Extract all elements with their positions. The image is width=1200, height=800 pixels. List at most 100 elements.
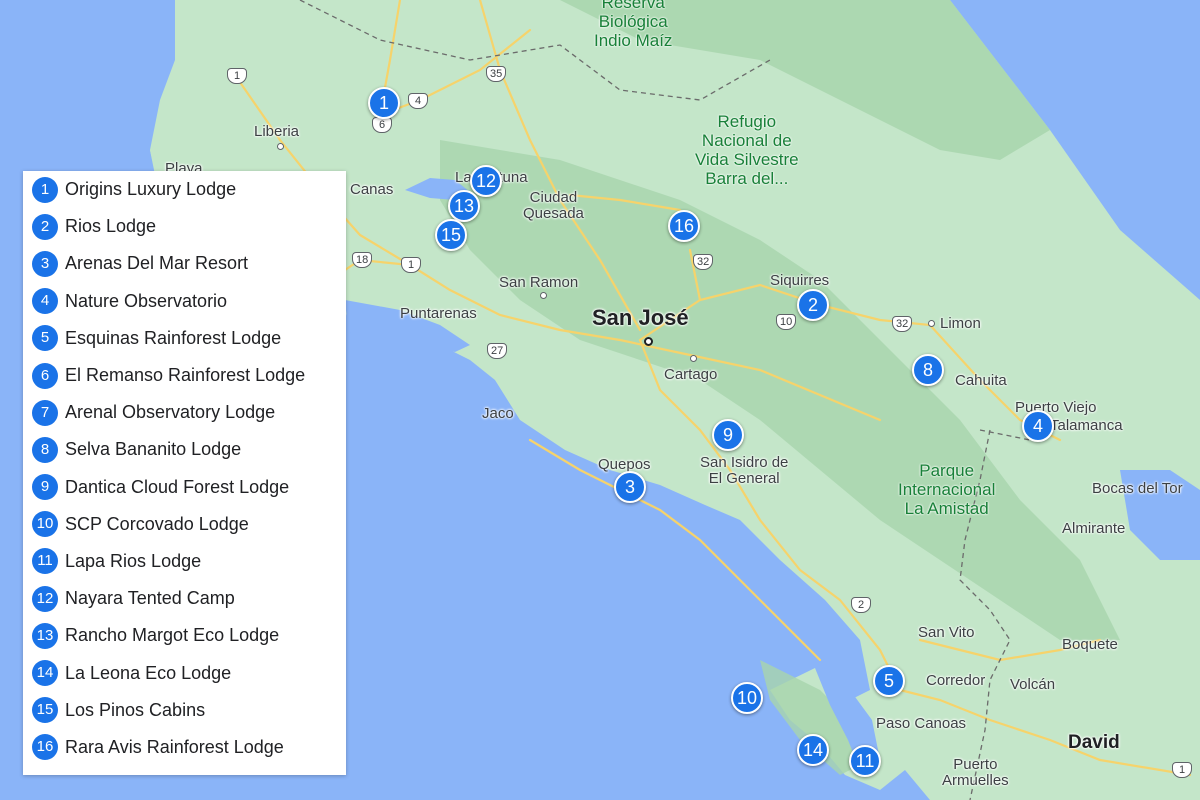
legend-number-badge: 6 (32, 362, 58, 389)
map-pin-11[interactable]: 11 (849, 745, 881, 777)
place-label-almirante: Almirante (1062, 520, 1126, 537)
legend-item[interactable]: 3 Arenas Del Mar Resort (23, 245, 346, 282)
legend-item-label: Rancho Margot Eco Lodge (65, 625, 280, 646)
legend-item[interactable]: 10 SCP Corcovado Lodge (23, 506, 346, 543)
map-pin-1[interactable]: 1 (368, 87, 400, 119)
legend-item[interactable]: 2 Rios Lodge (23, 208, 346, 245)
map-view[interactable]: Reserva Biológica Indio Maíz Refugio Nac… (0, 0, 1200, 800)
legend-item-label: Los Pinos Cabins (65, 699, 206, 720)
legend-item[interactable]: 12 Nayara Tented Camp (23, 580, 346, 617)
map-pin-13[interactable]: 13 (448, 190, 480, 222)
map-pin-15[interactable]: 15 (435, 219, 467, 251)
place-label-san-jose: San José (592, 305, 689, 330)
legend-item-label: Dantica Cloud Forest Lodge (65, 476, 290, 497)
map-pin-9[interactable]: 9 (712, 419, 744, 451)
legend-item[interactable]: 8 Selva Bananito Lodge (23, 431, 346, 468)
legend-number-badge: 3 (32, 250, 58, 277)
legend-item-label: Nature Observatorio (65, 290, 228, 311)
legend-number-badge: 11 (32, 548, 58, 575)
city-dot-cartago (690, 355, 697, 362)
map-pin-12[interactable]: 12 (470, 165, 502, 197)
legend-item-label: Lapa Rios Lodge (65, 550, 202, 571)
map-pin-16[interactable]: 16 (668, 210, 700, 242)
place-label-canas: Canas (350, 181, 394, 198)
place-label-volcan: Volcán (1010, 676, 1056, 693)
legend-number-badge: 15 (32, 697, 58, 724)
park-label-la-amistad: Parque Internacional La Amistad (898, 461, 996, 518)
legend-number-badge: 13 (32, 622, 58, 649)
place-label-ciudad-quesada: Ciudad Quesada (523, 189, 584, 222)
place-label-talamanca: Talamanca (1050, 417, 1123, 434)
legend-number-badge: 16 (32, 734, 58, 761)
legend-item-label: Origins Luxury Lodge (65, 179, 237, 200)
legend-item-label: Selva Bananito Lodge (65, 439, 242, 460)
place-label-puntarenas: Puntarenas (400, 305, 477, 322)
capital-dot-san-jose (644, 337, 653, 346)
place-label-san-ramon: San Ramon (499, 274, 579, 291)
legend-number-badge: 12 (32, 585, 58, 612)
legend-item-label: Esquinas Rainforest Lodge (65, 327, 282, 348)
park-label-indio-maiz: Reserva Biológica Indio Maíz (594, 0, 673, 50)
legend-item[interactable]: 1 Origins Luxury Lodge (23, 171, 346, 208)
place-label-paso-canoas: Paso Canoas (876, 715, 967, 732)
legend-number-badge: 9 (32, 474, 58, 501)
map-pin-10[interactable]: 10 (731, 682, 763, 714)
place-label-siquirres: Siquirres (770, 272, 830, 289)
legend-number-badge: 4 (32, 288, 58, 315)
legend-item-label: Nayara Tented Camp (65, 588, 235, 609)
legend-item[interactable]: 16 Rara Avis Rainforest Lodge (23, 729, 346, 766)
road-shield-1c: 1 (1172, 762, 1192, 778)
legend-item-label: SCP Corcovado Lodge (65, 513, 249, 534)
road-shield-6: 6 (372, 117, 392, 133)
legend-item[interactable]: 13 Rancho Margot Eco Lodge (23, 617, 346, 654)
legend-item-label: Arenas Del Mar Resort (65, 253, 249, 274)
legend-item[interactable]: 14 La Leona Eco Lodge (23, 654, 346, 691)
park-label-barra-del: Refugio Nacional de Vida Silvestre Barra… (695, 112, 799, 188)
legend-item[interactable]: 9 Dantica Cloud Forest Lodge (23, 469, 346, 506)
legend-number-badge: 10 (32, 511, 58, 538)
city-dot-san-ramon (540, 292, 547, 299)
map-pin-5[interactable]: 5 (873, 665, 905, 697)
road-shield-1: 1 (227, 68, 247, 84)
city-dot-liberia (277, 143, 284, 150)
place-label-boquete: Boquete (1062, 636, 1118, 653)
legend-item[interactable]: 15 Los Pinos Cabins (23, 692, 346, 729)
place-label-corredor: Corredor (926, 672, 986, 689)
place-label-jaco: Jaco (482, 405, 514, 422)
legend-panel: 1 Origins Luxury Lodge 2 Rios Lodge 3 Arena… (23, 171, 346, 775)
legend-number-badge: 2 (32, 213, 58, 240)
place-label-san-isidro: San Isidro de El General (700, 454, 789, 487)
place-label-san-vito: San Vito (918, 624, 975, 641)
place-label-bocas: Bocas del Tor (1092, 480, 1183, 497)
legend-number-badge: 1 (32, 176, 58, 203)
map-pin-8[interactable]: 8 (912, 354, 944, 386)
legend-number-badge: 14 (32, 660, 58, 687)
road-shield-2: 2 (851, 597, 871, 613)
legend-item-label: Rara Avis Rainforest Lodge (65, 736, 284, 757)
legend-item[interactable]: 7 Arenal Observatory Lodge (23, 394, 346, 431)
place-label-puerto-armuelles: Puerto Armuelles (942, 756, 1009, 789)
legend-item-label: Rios Lodge (65, 216, 157, 237)
legend-number-badge: 5 (32, 325, 58, 352)
legend-item-label: La Leona Eco Lodge (65, 662, 232, 683)
map-pin-2[interactable]: 2 (797, 289, 829, 321)
place-label-cahuita: Cahuita (955, 372, 1007, 389)
road-shield-1b: 1 (401, 257, 421, 273)
legend-item[interactable]: 5 Esquinas Rainforest Lodge (23, 320, 346, 357)
road-shield-4: 4 (408, 93, 428, 109)
city-dot-limon (928, 320, 935, 327)
legend-item-label: Arenal Observatory Lodge (65, 402, 276, 423)
legend-item-label: El Remanso Rainforest Lodge (65, 365, 306, 386)
place-label-limon: Limon (940, 315, 981, 332)
place-label-quepos: Quepos (598, 456, 651, 473)
legend-number-badge: 8 (32, 436, 58, 463)
map-pin-3[interactable]: 3 (614, 471, 646, 503)
legend-item[interactable]: 4 Nature Observatorio (23, 283, 346, 320)
legend-number-badge: 7 (32, 399, 58, 426)
map-pin-14[interactable]: 14 (797, 734, 829, 766)
map-pin-4[interactable]: 4 (1022, 410, 1054, 442)
legend-item[interactable]: 6 El Remanso Rainforest Lodge (23, 357, 346, 394)
place-label-liberia: Liberia (254, 123, 300, 140)
legend-item[interactable]: 11 Lapa Rios Lodge (23, 543, 346, 580)
place-label-david: David (1068, 732, 1120, 753)
